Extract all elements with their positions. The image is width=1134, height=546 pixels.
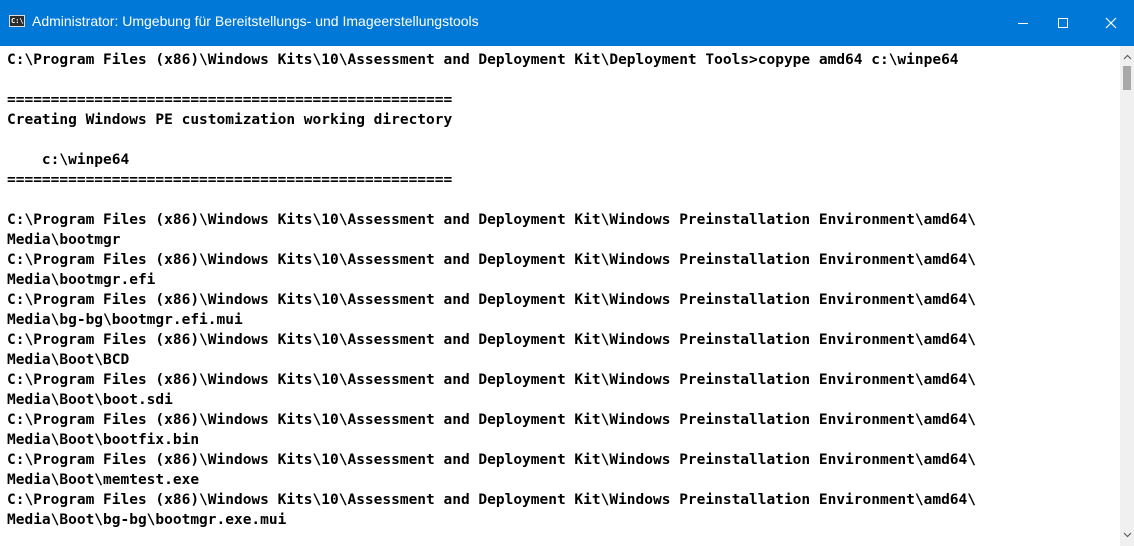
console-line: Media\Boot\memtest.exe	[7, 472, 200, 488]
console-line: C:\Program Files (x86)\Windows Kits\10\A…	[7, 52, 959, 68]
maximize-button[interactable]	[1040, 0, 1086, 46]
cmd-icon[interactable]: C:\	[9, 15, 25, 27]
chevron-up-icon	[1123, 54, 1131, 60]
scroll-up-button[interactable]	[1120, 50, 1134, 64]
console-line: C:\Program Files (x86)\Windows Kits\10\A…	[7, 252, 977, 268]
console-line: C:\Program Files (x86)\Windows Kits\10\A…	[7, 332, 977, 348]
console-line: Media\Boot\bg-bg\bootmgr.exe.mui	[7, 512, 287, 528]
console-line: Media\Boot\boot.sdi	[7, 392, 173, 408]
window-title: Administrator: Umgebung für Bereitstellu…	[32, 13, 479, 29]
console-line: C:\Program Files (x86)\Windows Kits\10\A…	[7, 212, 977, 228]
console-line: Media\bootmgr.efi	[7, 272, 156, 288]
console-line: C:\Program Files (x86)\Windows Kits\10\A…	[7, 292, 977, 308]
console-line: Media\Boot\bootfix.bin	[7, 432, 200, 448]
title-bar[interactable]: C:\ Administrator: Umgebung für Bereitst…	[0, 0, 1134, 46]
console-output[interactable]: C:\Program Files (x86)\Windows Kits\10\A…	[0, 46, 1120, 546]
console-line: c:\winpe64	[7, 152, 130, 168]
console-line: ========================================…	[7, 92, 453, 108]
console-line: ========================================…	[7, 172, 453, 188]
console-line: Creating Windows PE customization workin…	[7, 112, 453, 128]
console-line: Media\bootmgr	[7, 232, 121, 248]
console-line: C:\Program Files (x86)\Windows Kits\10\A…	[7, 452, 977, 468]
chevron-down-icon	[1123, 532, 1131, 538]
console-line: C:\Program Files (x86)\Windows Kits\10\A…	[7, 492, 977, 508]
console-line: Media\Boot\BCD	[7, 352, 130, 368]
minimize-icon	[1018, 23, 1028, 24]
console-line: Media\bg-bg\bootmgr.efi.mui	[7, 312, 243, 328]
close-button[interactable]	[1088, 0, 1134, 46]
console-line: C:\Program Files (x86)\Windows Kits\10\A…	[7, 412, 977, 428]
vertical-scrollbar[interactable]	[1120, 46, 1134, 546]
scroll-down-button[interactable]	[1120, 528, 1134, 542]
close-icon	[1105, 17, 1117, 29]
console-line: C:\Program Files (x86)\Windows Kits\10\A…	[7, 372, 977, 388]
console-window: C:\ Administrator: Umgebung für Bereitst…	[0, 0, 1134, 546]
maximize-icon	[1058, 18, 1068, 28]
scroll-thumb[interactable]	[1123, 66, 1131, 90]
